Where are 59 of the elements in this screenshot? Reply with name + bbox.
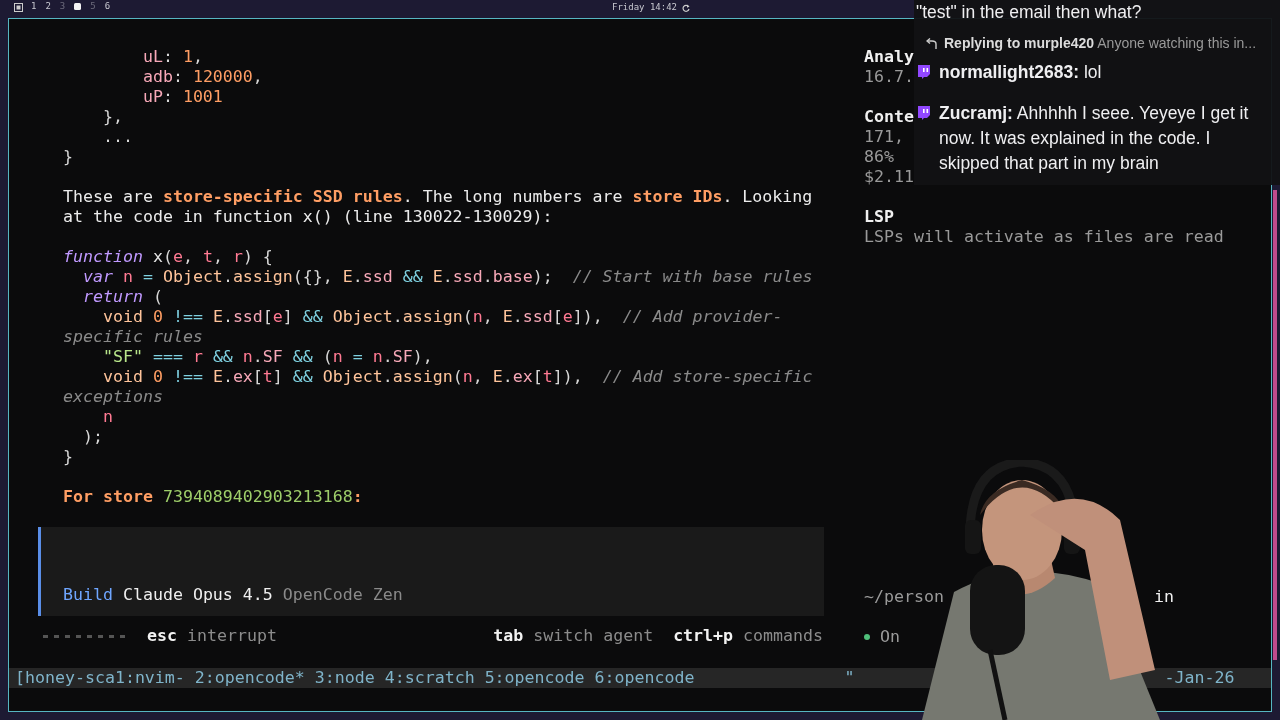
- text-line: );: [81, 427, 104, 447]
- sidebar-text: 86%: [864, 147, 894, 167]
- status-text: On: [880, 627, 900, 647]
- square-icon: [14, 3, 23, 12]
- sidebar-text: 171,: [864, 127, 904, 147]
- tmux-window[interactable]: 3:node: [314, 668, 375, 688]
- text-line: return (: [81, 287, 164, 307]
- status-text: ": [844, 668, 855, 688]
- text-line: at the code in function x() (line 130022-130029):: [63, 207, 554, 227]
- text-line: "SF" === r && n.SF && (n = n.SF),: [101, 347, 434, 367]
- text-line: },: [101, 107, 124, 127]
- shortcut-hint: ctrl+p commands: [673, 626, 823, 646]
- refresh-icon: [682, 3, 691, 12]
- path-text: in: [1153, 587, 1174, 607]
- workspace-button[interactable]: 1: [31, 0, 37, 11]
- section-heading: LSP: [864, 207, 894, 227]
- clock-text: Friday 14:42: [612, 2, 678, 12]
- text-line: adb: 120000,: [141, 67, 264, 87]
- workspace-button[interactable]: [74, 2, 82, 10]
- section-heading: Analy: [864, 47, 914, 67]
- sidebar-text: 16.7.: [864, 67, 914, 87]
- text-line: These are store-specific SSD rules. The long numbers are store IDs. Looking: [63, 187, 814, 207]
- text-line: void 0 !== E.ex[t] && Object.assign(n, E.ex[t]), // Add store-specific: [101, 367, 814, 387]
- chat-bubble-icon: [917, 64, 932, 80]
- path-text: ~/person: [864, 587, 944, 607]
- status-text: -Jan-26: [1164, 668, 1235, 688]
- tmux-window[interactable]: 2:opencode*: [194, 668, 305, 688]
- tmux-window[interactable]: 5:opencode: [484, 668, 585, 688]
- reply-text: Replying to murple420 Anyone watching this in...: [944, 34, 1257, 53]
- tmux-window[interactable]: 6:opencode: [594, 668, 695, 688]
- reply-arrow-icon: [926, 37, 938, 50]
- chat-message: "test" in the email then what?: [916, 1, 1143, 24]
- section-heading: Conte: [864, 107, 914, 127]
- text-line: exceptions: [63, 387, 164, 407]
- chat-message: normallight2683: lol: [939, 61, 1102, 84]
- text-line: For store 7394089402903213168:: [63, 487, 364, 507]
- text-line: uL: 1,: [141, 47, 204, 67]
- text-line: specific rules: [63, 327, 204, 347]
- tmux-window[interactable]: 4:scratch: [384, 668, 475, 688]
- tmux-window[interactable]: [honey-sca1:nvim-: [15, 668, 185, 688]
- spinner-icon: [43, 634, 125, 638]
- shortcut-hint: esc interrupt: [147, 626, 277, 646]
- chat-message: Zucramj: Ahhhhh I seee. Yeyeye I get it now. It was explained in the code. I skipped that part in my brain: [939, 102, 1250, 175]
- text-line: }: [63, 447, 74, 467]
- text-line: void 0 !== E.ssd[e] && Object.assign(n, E.ssd[e]), // Add provider-: [101, 307, 784, 327]
- prompt-input[interactable]: Build Claude Opus 4.5 OpenCode Zen: [38, 527, 824, 616]
- chat-bubble-icon: [917, 105, 932, 121]
- sidebar-text: LSPs will activate as files are read: [864, 227, 1224, 247]
- workspace-button[interactable]: 2: [45, 0, 51, 11]
- text-line: }: [63, 147, 74, 167]
- text-line: var n = Object.assign({}, E.ssd && E.ssd.base); // Start with base rules: [81, 267, 814, 287]
- sidebar-text: $2.11: [864, 167, 914, 187]
- status-dot-icon: [864, 634, 870, 640]
- text-line: uP: 1001: [141, 87, 224, 107]
- text-line: n: [101, 407, 114, 427]
- text-line: function x(e, t, r) {: [63, 247, 274, 267]
- workspace-button[interactable]: 6: [104, 0, 111, 11]
- text-line: ...: [101, 127, 134, 147]
- shortcut-hint: tab switch agent: [493, 626, 654, 646]
